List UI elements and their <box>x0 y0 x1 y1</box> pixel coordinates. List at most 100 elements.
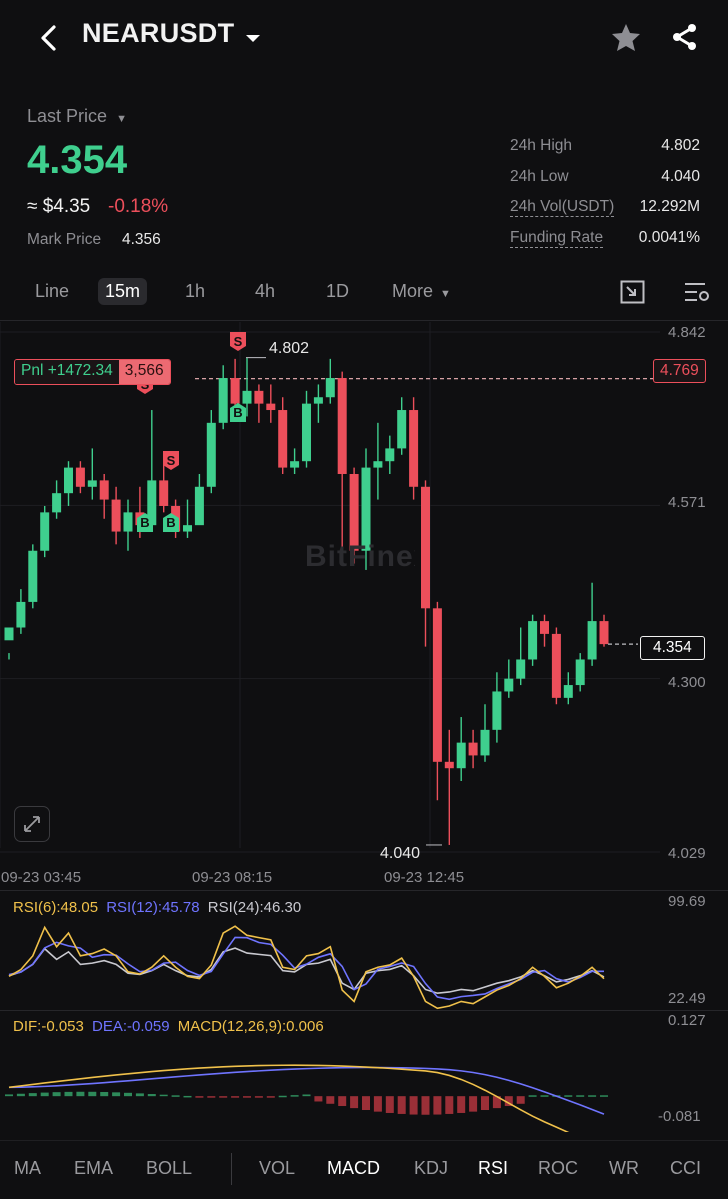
macd-histogram-bar <box>421 1096 430 1115</box>
candle-body <box>325 378 335 398</box>
macd-histogram-bar <box>445 1096 454 1114</box>
macd-histogram-bar <box>409 1096 418 1115</box>
candle-body <box>397 410 407 449</box>
macd-min: -0.081 <box>658 1108 701 1125</box>
indicator-kdj[interactable]: KDJ <box>414 1158 448 1179</box>
candle-body <box>278 410 288 468</box>
macd-histogram-bar <box>266 1096 275 1098</box>
bottom-divider <box>0 1140 728 1141</box>
candle-body <box>492 691 502 730</box>
candle-body <box>516 659 526 679</box>
indicator-roc[interactable]: ROC <box>538 1158 578 1179</box>
position-qty: 3,566 <box>118 360 170 384</box>
candle-body <box>540 621 549 634</box>
tab-1d[interactable]: 1D <box>326 281 349 302</box>
candle-body <box>290 461 300 468</box>
dea-label: DEA:-0.059 <box>92 1018 170 1035</box>
star-icon[interactable] <box>610 22 642 57</box>
x-tick-label: 09-23 08:15 <box>192 869 273 886</box>
tab-15m[interactable]: 15m <box>98 278 148 305</box>
dif-label: DIF:-0.053 <box>13 1018 84 1035</box>
sell-marker: S <box>163 451 179 470</box>
candle-body <box>444 761 454 769</box>
tab-more[interactable]: More ▼ <box>392 281 451 302</box>
candle-body <box>563 685 573 698</box>
dif-line <box>8 1064 570 1132</box>
pnl-label[interactable]: Pnl +1472.34 3,566 <box>14 359 171 385</box>
indicator-macd[interactable]: MACD <box>327 1158 380 1179</box>
macd-divider <box>0 1010 728 1011</box>
macd-histogram-bar <box>516 1096 525 1104</box>
macd-histogram-bar <box>278 1095 287 1098</box>
macd-histogram-bar <box>207 1096 216 1098</box>
candle-body <box>159 480 169 506</box>
macd-histogram-bar <box>588 1095 597 1097</box>
indicator-ma[interactable]: MA <box>14 1158 41 1179</box>
symbol-title[interactable]: NEARUSDT <box>82 18 234 49</box>
funding-label[interactable]: Funding Rate <box>510 229 604 248</box>
expand-icon[interactable] <box>14 806 50 842</box>
current-price-tag: 4.354 <box>640 636 705 660</box>
macd-histogram-bar <box>564 1095 573 1097</box>
trade-marker-label: S <box>167 453 176 468</box>
last-price-label[interactable]: Last Price ▼ <box>27 106 127 127</box>
macd-histogram-bar <box>16 1093 25 1097</box>
macd-hist-label: MACD(12,26,9):0.006 <box>177 1018 324 1035</box>
candle-body <box>99 480 109 500</box>
candle-body <box>313 397 323 404</box>
macd-histogram-bar <box>338 1096 347 1107</box>
rsi24-label: RSI(24):46.30 <box>207 899 302 916</box>
indicator-cci[interactable]: CCI <box>670 1158 701 1179</box>
candlestick-chart[interactable]: SSSB BB <box>0 322 728 888</box>
rsi-max: 99.69 <box>668 893 706 910</box>
macd-histogram-bar <box>254 1096 263 1098</box>
candle-body <box>183 525 192 532</box>
back-icon[interactable] <box>36 24 62 52</box>
trade-marker-label: B <box>140 515 149 530</box>
tab-line[interactable]: Line <box>35 281 69 302</box>
candle-body <box>302 403 311 462</box>
indicator-ema[interactable]: EMA <box>74 1158 113 1179</box>
candle-body <box>385 448 395 462</box>
indicator-wr[interactable]: WR <box>609 1158 639 1179</box>
pnl-value: Pnl +1472.34 <box>15 360 119 384</box>
settings-icon[interactable] <box>683 281 711 308</box>
rsi-min: 22.49 <box>668 990 706 1007</box>
candle-body <box>480 729 490 756</box>
dropdown-icon[interactable] <box>245 31 261 49</box>
indicator-vol[interactable]: VOL <box>259 1158 295 1179</box>
macd-histogram-bar <box>147 1094 156 1097</box>
share-icon[interactable] <box>670 22 700 57</box>
last-price-label-text: Last Price <box>27 106 108 126</box>
high-value: 4.802 <box>661 137 700 154</box>
x-tick-label: 09-23 03:45 <box>1 869 82 886</box>
landscape-icon[interactable] <box>620 280 646 309</box>
macd-histogram-bar <box>76 1091 85 1097</box>
indicator-boll[interactable]: BOLL <box>146 1158 192 1179</box>
candle-body <box>337 378 347 474</box>
macd-histogram-bar <box>397 1096 406 1114</box>
macd-histogram-bar <box>219 1096 228 1098</box>
watermark: BitFinex <box>305 540 415 573</box>
macd-histogram-bar <box>88 1091 97 1097</box>
macd-histogram-bar <box>290 1095 299 1097</box>
high-label: 24h High <box>510 137 573 154</box>
macd-histogram-bar <box>243 1096 251 1098</box>
tab-4h[interactable]: 4h <box>255 281 275 302</box>
macd-histogram-bar <box>64 1091 73 1097</box>
vol-label[interactable]: 24h Vol(USDT) <box>510 198 615 217</box>
vol-value: 12.292M <box>639 198 700 215</box>
caret-down-icon: ▼ <box>116 113 127 125</box>
candle-body <box>504 678 514 692</box>
macd-histogram-bar <box>112 1092 121 1097</box>
macd-histogram-bar <box>600 1095 608 1097</box>
macd-histogram-bar <box>540 1095 549 1097</box>
indicator-rsi[interactable]: RSI <box>478 1158 508 1179</box>
candle-body <box>87 480 97 487</box>
tab-1h[interactable]: 1h <box>185 281 205 302</box>
sell-marker: S <box>230 332 246 351</box>
entry-price-tag: 4.769 <box>653 359 706 383</box>
macd-histogram-bar <box>314 1096 323 1102</box>
rsi6-label: RSI(6):48.05 <box>13 899 99 916</box>
macd-chart <box>5 1064 608 1132</box>
